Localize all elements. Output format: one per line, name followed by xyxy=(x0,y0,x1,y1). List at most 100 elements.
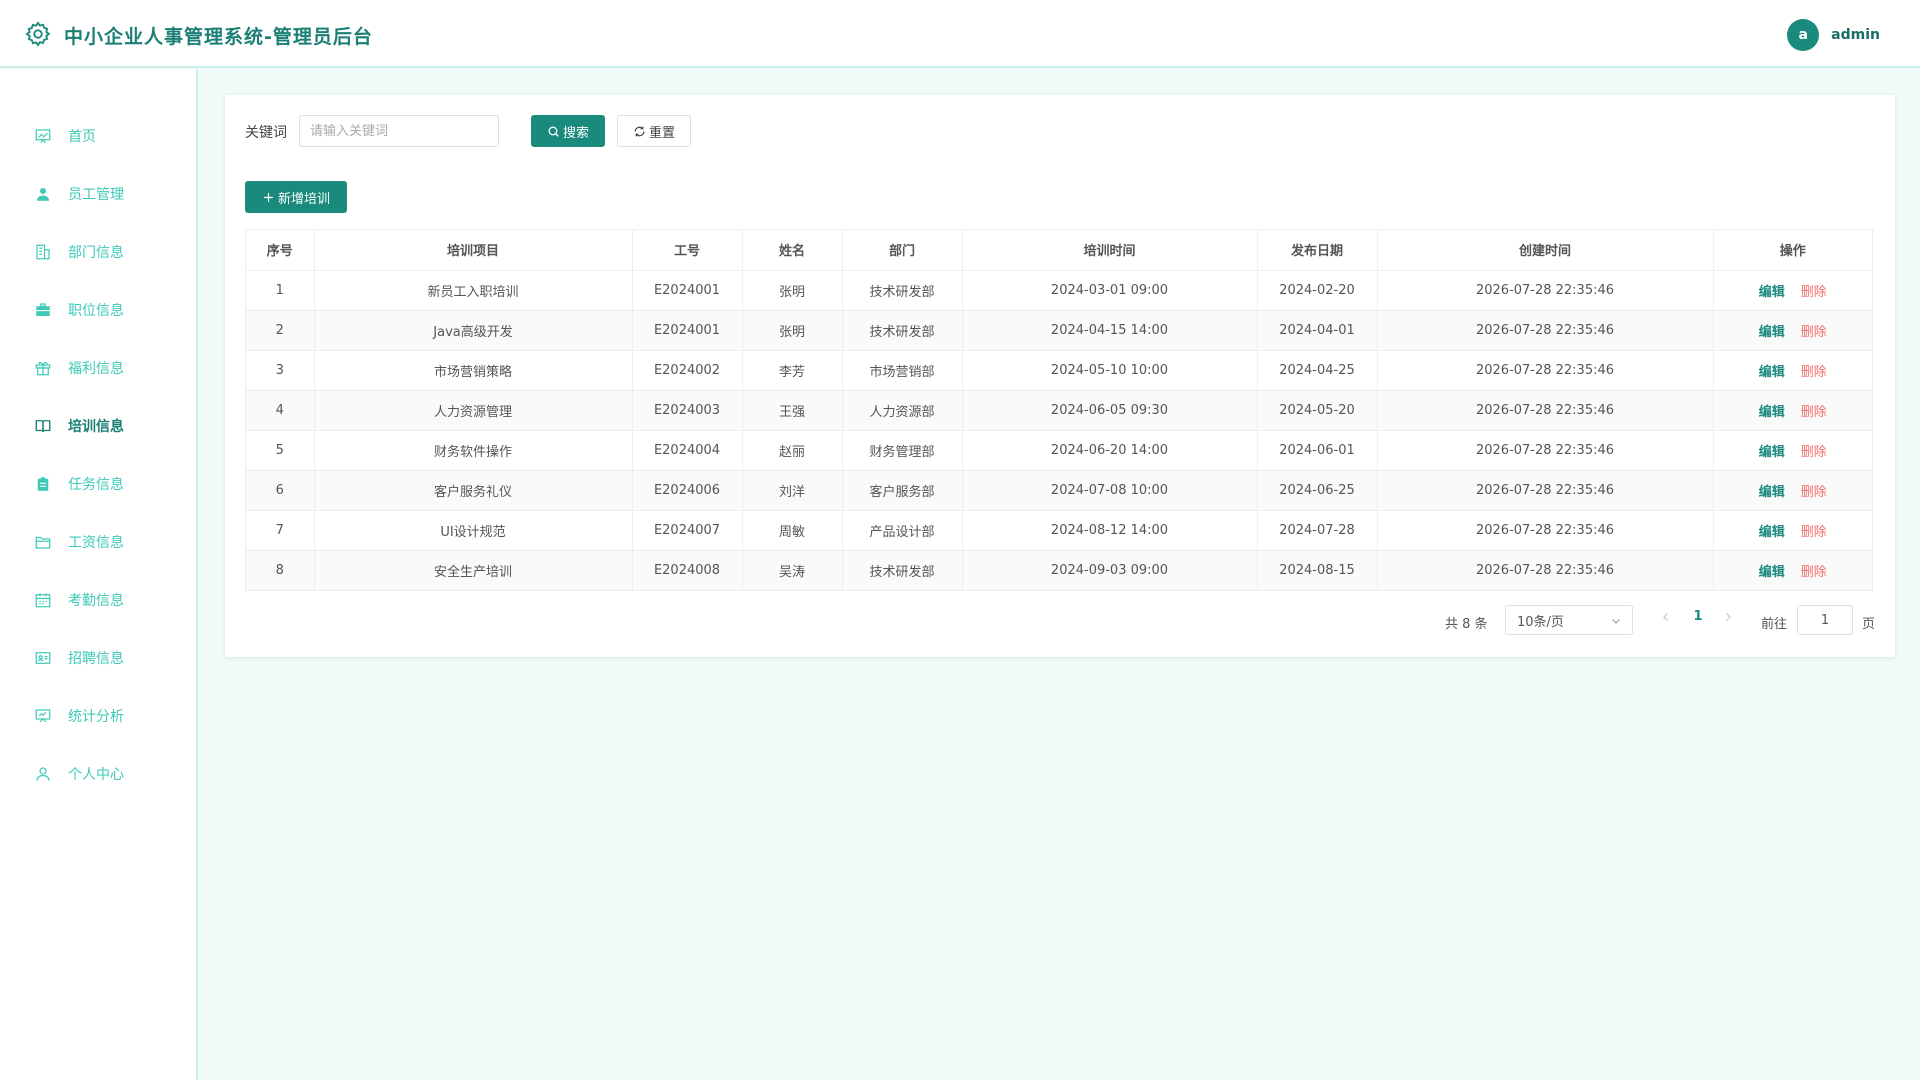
cell-project: UI设计规范 xyxy=(314,510,633,551)
app-title: 中小企业人事管理系统-管理员后台 xyxy=(64,26,373,48)
cell-created: 2026-07-28 22:35:46 xyxy=(1377,390,1714,431)
edit-button[interactable]: 编辑 xyxy=(1759,285,1785,300)
cell-name: 李芳 xyxy=(742,350,843,391)
edit-button[interactable]: 编辑 xyxy=(1759,485,1785,500)
cell-created: 2026-07-28 22:35:46 xyxy=(1377,430,1714,471)
page-number-current[interactable]: 1 xyxy=(1687,609,1709,624)
edit-button[interactable]: 编辑 xyxy=(1759,405,1785,420)
cell-created: 2026-07-28 22:35:46 xyxy=(1377,350,1714,391)
page-size-select[interactable]: 10条/页 xyxy=(1505,605,1633,635)
edit-button[interactable]: 编辑 xyxy=(1759,325,1785,340)
add-training-button[interactable]: 新增培训 xyxy=(245,181,347,213)
cell-publish-date: 2024-07-28 xyxy=(1257,510,1378,551)
clipboard-icon xyxy=(37,477,49,491)
username[interactable]: admin xyxy=(1831,27,1880,43)
cell-actions: 编辑 删除 xyxy=(1713,270,1872,311)
cell-name: 周敏 xyxy=(742,510,843,551)
page-unit-label: 页 xyxy=(1862,617,1876,632)
chevron-right-icon xyxy=(1726,613,1731,621)
cell-dept: 市场营销部 xyxy=(842,350,963,391)
cell-train-time: 2024-08-12 14:00 xyxy=(962,510,1258,551)
delete-button[interactable]: 删除 xyxy=(1801,565,1827,580)
sidebar-item-label: 部门信息 xyxy=(68,245,124,261)
sidebar-item-positions[interactable]: 职位信息 xyxy=(0,290,196,330)
cell-dept: 产品设计部 xyxy=(842,510,963,551)
avatar[interactable]: a xyxy=(1787,19,1820,51)
cell-actions: 编辑 删除 xyxy=(1713,350,1872,391)
sidebar-item-tasks[interactable]: 任务信息 xyxy=(0,464,196,504)
cell-train-time: 2024-05-10 10:00 xyxy=(962,350,1258,391)
cell-dept: 技术研发部 xyxy=(842,270,963,311)
chart-icon xyxy=(35,129,51,144)
table-row: 4 人力资源管理 E2024003 王强 人力资源部 2024-06-05 09… xyxy=(246,390,1872,431)
search-icon xyxy=(548,126,559,137)
edit-button[interactable]: 编辑 xyxy=(1759,565,1785,580)
delete-button[interactable]: 删除 xyxy=(1801,405,1827,420)
delete-button[interactable]: 删除 xyxy=(1801,445,1827,460)
cell-no: 6 xyxy=(246,470,315,511)
sidebar-item-benefits[interactable]: 福利信息 xyxy=(0,348,196,388)
cell-no: 2 xyxy=(246,310,315,351)
delete-button[interactable]: 删除 xyxy=(1801,285,1827,300)
delete-button[interactable]: 删除 xyxy=(1801,525,1827,540)
search-button[interactable]: 搜索 xyxy=(531,115,605,147)
table-row: 5 财务软件操作 E2024004 赵丽 财务管理部 2024-06-20 14… xyxy=(246,430,1872,471)
cell-name: 吴涛 xyxy=(742,550,843,590)
reset-button[interactable]: 重置 xyxy=(617,115,691,147)
cell-no: 5 xyxy=(246,430,315,471)
training-panel: 关键词 搜索 重置 新增培训 序号 培训项目 工号 姓名 部门 培训时 xyxy=(225,95,1895,657)
cell-emp-id: E2024007 xyxy=(632,510,743,551)
edit-button[interactable]: 编辑 xyxy=(1759,365,1785,380)
folder-icon xyxy=(35,536,51,549)
cell-dept: 财务管理部 xyxy=(842,430,963,471)
table-row: 2 Java高级开发 E2024001 张明 技术研发部 2024-04-15 … xyxy=(246,310,1872,351)
sidebar-item-attendance[interactable]: 考勤信息 xyxy=(0,580,196,620)
cell-created: 2026-07-28 22:35:46 xyxy=(1377,270,1714,311)
cell-no: 1 xyxy=(246,270,315,311)
delete-button[interactable]: 删除 xyxy=(1801,365,1827,380)
cell-emp-id: E2024001 xyxy=(632,310,743,351)
edit-button[interactable]: 编辑 xyxy=(1759,525,1785,540)
sidebar-item-label: 福利信息 xyxy=(68,361,124,377)
cell-actions: 编辑 删除 xyxy=(1713,510,1872,551)
goto-label: 前往 xyxy=(1761,617,1788,632)
cell-project: 客户服务礼仪 xyxy=(314,470,633,511)
sidebar-item-salary[interactable]: 工资信息 xyxy=(0,522,196,562)
sidebar-item-label: 个人中心 xyxy=(68,767,124,783)
cell-publish-date: 2024-05-20 xyxy=(1257,390,1378,431)
sidebar-item-profile[interactable]: 个人中心 xyxy=(0,754,196,794)
top-header: 中小企业人事管理系统-管理员后台 a admin xyxy=(0,0,1920,68)
column-header: 工号 xyxy=(632,230,743,271)
cell-publish-date: 2024-06-25 xyxy=(1257,470,1378,511)
delete-button[interactable]: 删除 xyxy=(1801,485,1827,500)
goto-page-input[interactable] xyxy=(1797,605,1853,635)
table-row: 8 安全生产培训 E2024008 吴涛 技术研发部 2024-09-03 09… xyxy=(246,550,1872,590)
sidebar-item-label: 工资信息 xyxy=(68,535,124,551)
cell-project: 财务软件操作 xyxy=(314,430,633,471)
user-icon xyxy=(37,188,49,201)
keyword-input[interactable] xyxy=(299,115,499,147)
cell-dept: 客户服务部 xyxy=(842,470,963,511)
sidebar-item-recruitment[interactable]: 招聘信息 xyxy=(0,638,196,678)
cell-train-time: 2024-06-20 14:00 xyxy=(962,430,1258,471)
table-header-row: 序号 培训项目 工号 姓名 部门 培训时间 发布日期 创建时间 操作 xyxy=(246,230,1872,271)
delete-button[interactable]: 删除 xyxy=(1801,325,1827,340)
sidebar-item-home[interactable]: 首页 xyxy=(0,116,196,156)
cell-dept: 人力资源部 xyxy=(842,390,963,431)
table-row: 1 新员工入职培训 E2024001 张明 技术研发部 2024-03-01 0… xyxy=(246,270,1872,311)
user-menu[interactable]: a admin xyxy=(1787,19,1880,51)
column-header: 序号 xyxy=(246,230,315,271)
prev-page-button[interactable] xyxy=(1655,608,1677,632)
chevron-down-icon xyxy=(1612,619,1620,624)
edit-button[interactable]: 编辑 xyxy=(1759,445,1785,460)
sidebar-item-departments[interactable]: 部门信息 xyxy=(0,232,196,272)
sidebar-item-statistics[interactable]: 统计分析 xyxy=(0,696,196,736)
cell-actions: 编辑 删除 xyxy=(1713,430,1872,471)
cell-project: 安全生产培训 xyxy=(314,550,633,590)
cell-dept: 技术研发部 xyxy=(842,310,963,351)
next-page-button[interactable] xyxy=(1717,608,1739,632)
sidebar-item-employees[interactable]: 员工管理 xyxy=(0,174,196,214)
id-card-icon xyxy=(35,652,51,664)
keyword-label: 关键词 xyxy=(245,125,287,141)
sidebar-item-training[interactable]: 培训信息 xyxy=(0,406,196,446)
